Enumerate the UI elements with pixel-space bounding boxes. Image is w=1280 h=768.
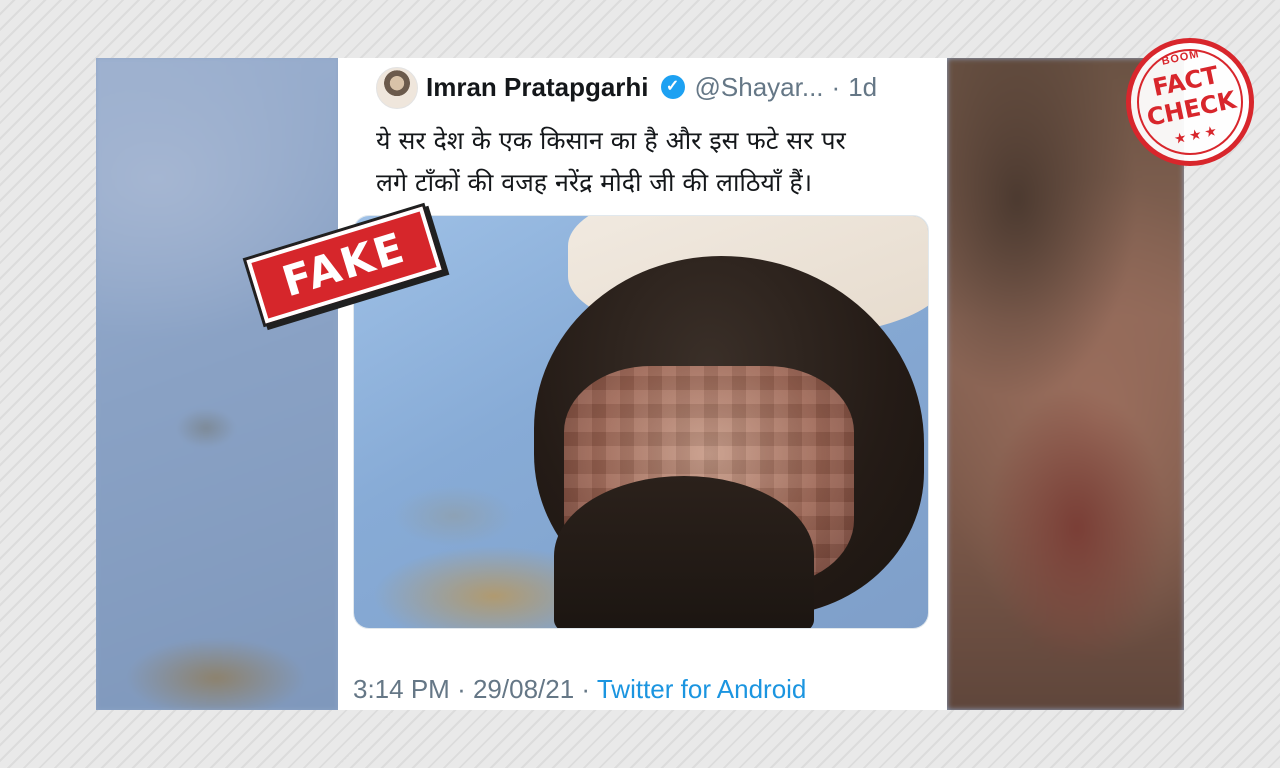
tweet-footer: 3:14 PM · 29/08/21 · Twitter for Android <box>353 674 806 705</box>
footer-time[interactable]: 3:14 PM <box>353 674 450 704</box>
footer-separator-1: · <box>457 674 466 704</box>
footer-source-link[interactable]: Twitter for Android <box>597 674 807 704</box>
tweet-photo[interactable] <box>353 215 929 629</box>
author-handle[interactable]: @Shayar... <box>695 72 824 103</box>
tweet-card: Imran Pratapgarhi ✓ @Shayar... · 1d ये स… <box>338 58 947 710</box>
tweet-text-line-1: ये सर देश के एक किसान का है और इस फटे सर… <box>376 126 846 155</box>
image-panel: Imran Pratapgarhi ✓ @Shayar... · 1d ये स… <box>96 58 1184 710</box>
verified-badge-icon: ✓ <box>660 75 685 99</box>
tweet-text-line-2: लगे टाँकों की वजह नरेंद्र मोदी जी की लाठ… <box>376 168 813 197</box>
blurred-background-left <box>96 58 338 710</box>
footer-separator-2: · <box>581 674 591 704</box>
tweet-header: Imran Pratapgarhi ✓ @Shayar... · 1d <box>426 70 877 104</box>
tweet-age[interactable]: 1d <box>848 72 877 103</box>
author-name[interactable]: Imran Pratapgarhi <box>426 72 649 103</box>
header-separator: · <box>831 71 841 102</box>
tweet-text: ये सर देश के एक किसान का है और इस फटे सर… <box>376 120 931 204</box>
blurred-background-right <box>947 58 1184 710</box>
footer-date[interactable]: 29/08/21 <box>473 674 574 704</box>
avatar[interactable] <box>376 67 418 109</box>
photo-hair-fringe <box>554 476 814 628</box>
